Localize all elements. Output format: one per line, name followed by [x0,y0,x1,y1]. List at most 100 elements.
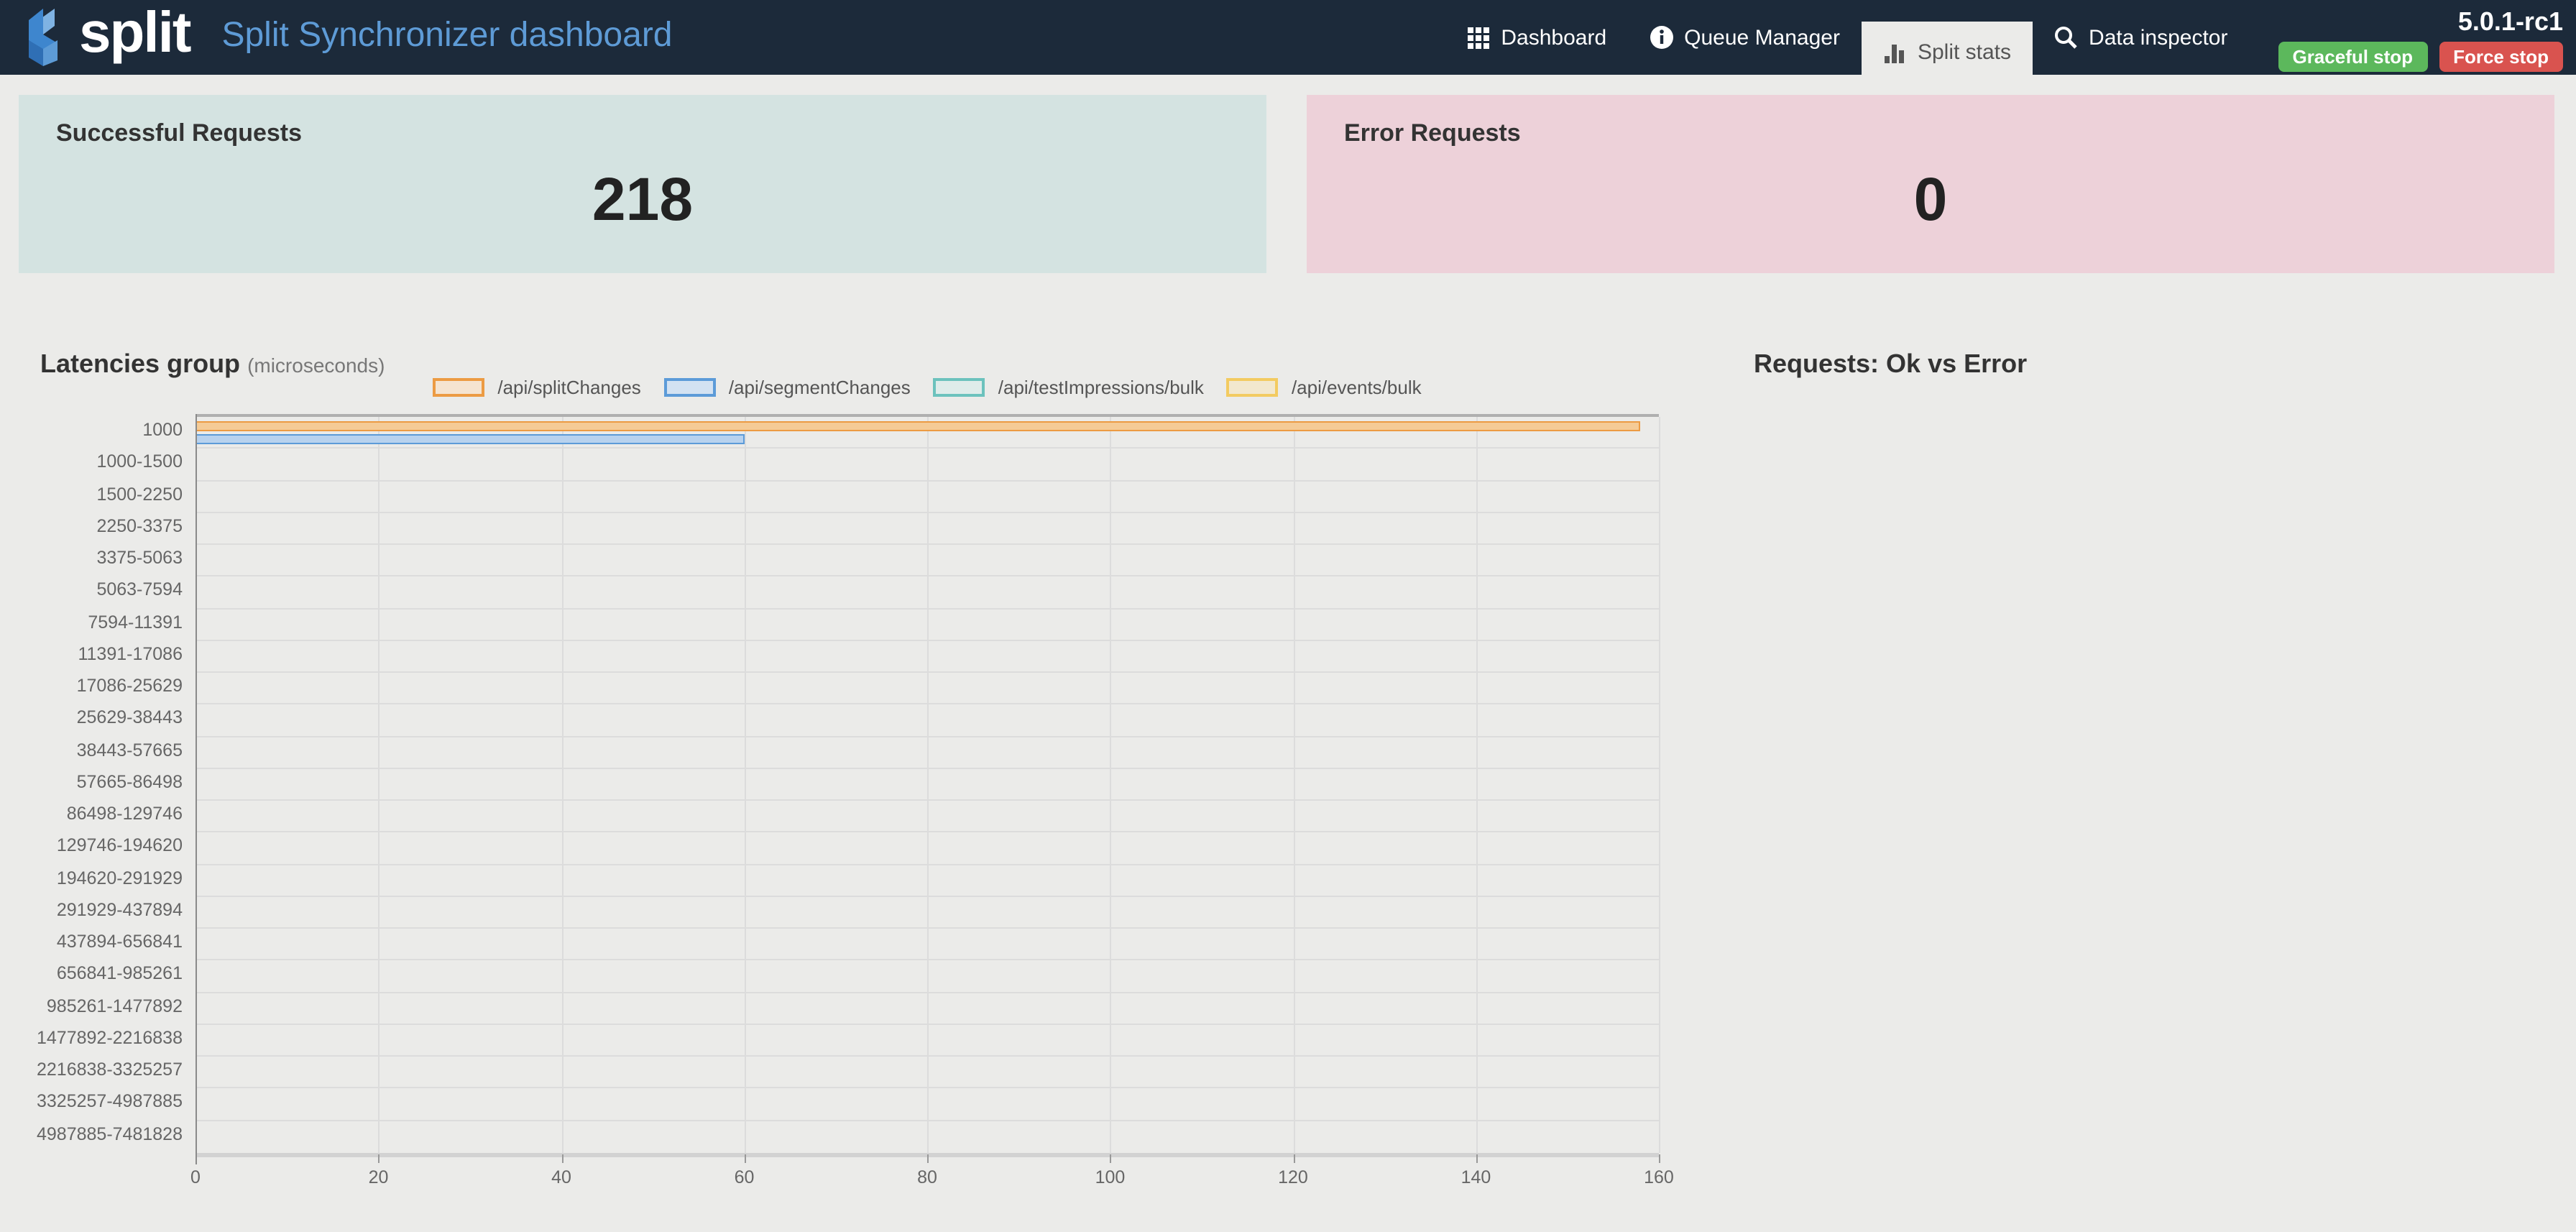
x-tick-mark [1659,1154,1660,1163]
legend-label: /api/events/bulk [1292,377,1422,398]
y-axis-line [196,414,197,1164]
latency-row-38443-57665 [196,737,1659,769]
stop-buttons: Graceful stop Force stop [2278,41,2563,71]
latency-row-291929-437894 [196,897,1659,929]
nav-item-label: Dashboard [1501,25,1606,50]
info-icon [1650,26,1673,49]
latency-row-17086-25629 [196,673,1659,705]
y-tick-label: 194620-291929 [0,862,183,894]
x-tick-label: 120 [1257,1167,1329,1187]
requests-section-title: Requests: Ok vs Error [1754,349,2027,380]
nav-item-dashboard[interactable]: Dashboard [1446,0,1628,75]
latency-row-5063-7594 [196,577,1659,610]
latency-row-1500-2250 [196,481,1659,513]
nav-item-label: Queue Manager [1684,25,1840,50]
successful-requests-card: Successful Requests 218 [19,95,1266,273]
bar--api-segmentChanges-1000 [196,433,745,444]
graceful-stop-button[interactable]: Graceful stop [2278,41,2427,71]
legend-item-events[interactable]: /api/events/bulk [1227,377,1422,398]
latency-row-1477892-2216838 [196,1025,1659,1057]
latency-row-129746-194620 [196,833,1659,865]
x-tick-mark [1293,1154,1294,1163]
latency-row-437894-656841 [196,929,1659,961]
legend-label: /api/splitChanges [497,377,640,398]
y-tick-label: 656841-985261 [0,958,183,990]
legend-swatch [934,378,985,397]
latency-row-1000 [196,417,1659,449]
y-tick-label: 985261-1477892 [0,990,183,1022]
latency-row-86498-129746 [196,801,1659,833]
x-tick-label: 80 [891,1167,963,1187]
latency-row-985261-1477892 [196,993,1659,1025]
latency-row-25629-38443 [196,705,1659,737]
latency-row-57665-86498 [196,769,1659,801]
navbar-right: 5.0.1-rc1 Graceful stop Force stop [2278,4,2563,71]
y-tick-label: 38443-57665 [0,734,183,766]
brand: split Split Synchronizer dashboard [20,6,673,69]
nav-item-label: Data inspector [2089,25,2227,50]
grid-icon [1468,27,1489,48]
latency-row-194620-291929 [196,865,1659,897]
x-tick-label: 40 [525,1167,597,1187]
card-title: Error Requests [1344,119,2517,148]
legend-item-splitChanges[interactable]: /api/splitChanges [433,377,640,398]
nav-item-data-inspector[interactable]: Data inspector [2033,0,2249,75]
main-nav: Dashboard Queue Manager [1446,0,2249,75]
legend-item-testImpressions[interactable]: /api/testImpressions/bulk [934,377,1204,398]
error-requests-value: 0 [1344,165,2517,234]
latencies-section-title: Latencies group(microseconds) [40,349,385,380]
latency-y-axis: 10001000-15001500-22502250-33753375-5063… [0,414,183,1150]
legend-swatch [433,378,484,397]
nav-item-queue-manager[interactable]: Queue Manager [1628,0,1862,75]
x-tick-mark [379,1154,380,1163]
latencies-title-unit: (microseconds) [247,354,385,377]
y-tick-label: 7594-11391 [0,606,183,638]
y-tick-label: 129746-194620 [0,830,183,863]
x-tick-label: 20 [343,1167,415,1187]
x-tick-label: 60 [709,1167,781,1187]
chart-legend: /api/splitChanges /api/segmentChanges /a… [196,377,1659,398]
y-tick-label: 2216838-3325257 [0,1054,183,1086]
split-synchronizer-dashboard: split Split Synchronizer dashboard Dashb… [0,0,2576,1232]
latency-row-2216838-3325257 [196,1057,1659,1089]
app-title: Split Synchronizer dashboard [221,19,672,53]
bar--api-splitChanges-1000 [196,420,1641,431]
bar-chart-icon [1883,41,1906,64]
y-tick-label: 4987885-7481828 [0,1118,183,1150]
split-logo-icon [20,6,66,69]
y-tick-label: 57665-86498 [0,766,183,799]
summary-cards: Successful Requests 218 Error Requests 0 [19,95,2554,273]
legend-swatch [664,378,716,397]
error-requests-card: Error Requests 0 [1307,95,2554,273]
y-tick-label: 2250-3375 [0,510,183,543]
requests-title-text: Requests: Ok vs Error [1754,349,2027,378]
y-tick-label: 1000-1500 [0,446,183,479]
x-tick-mark [927,1154,929,1163]
successful-requests-value: 218 [56,165,1229,234]
legend-label: /api/testImpressions/bulk [998,377,1204,398]
y-tick-label: 1500-2250 [0,478,183,510]
card-title: Successful Requests [56,119,1229,148]
y-tick-label: 17086-25629 [0,670,183,702]
y-tick-label: 25629-38443 [0,702,183,735]
y-tick-label: 3325257-4987885 [0,1086,183,1118]
legend-item-segmentChanges[interactable]: /api/segmentChanges [664,377,911,398]
y-tick-label: 1477892-2216838 [0,1022,183,1054]
x-tick-label: 100 [1075,1167,1146,1187]
x-tick-label: 140 [1440,1167,1512,1187]
y-tick-label: 5063-7594 [0,574,183,607]
search-icon [2054,26,2077,49]
latency-row-11391-17086 [196,641,1659,674]
top-navbar: split Split Synchronizer dashboard Dashb… [0,0,2576,75]
latency-row-3325257-4987885 [196,1089,1659,1121]
y-tick-label: 3375-5063 [0,542,183,574]
latency-row-4987885-7481828 [196,1121,1659,1153]
nav-item-split-stats[interactable]: Split stats [1862,22,2033,83]
legend-label: /api/segmentChanges [729,377,911,398]
vertical-gridline [1659,417,1660,1153]
latency-row-2250-3375 [196,513,1659,546]
legend-swatch [1227,378,1279,397]
force-stop-button[interactable]: Force stop [2439,41,2563,71]
x-tick-label: 0 [160,1167,231,1187]
brand-wordmark: split [79,4,190,62]
